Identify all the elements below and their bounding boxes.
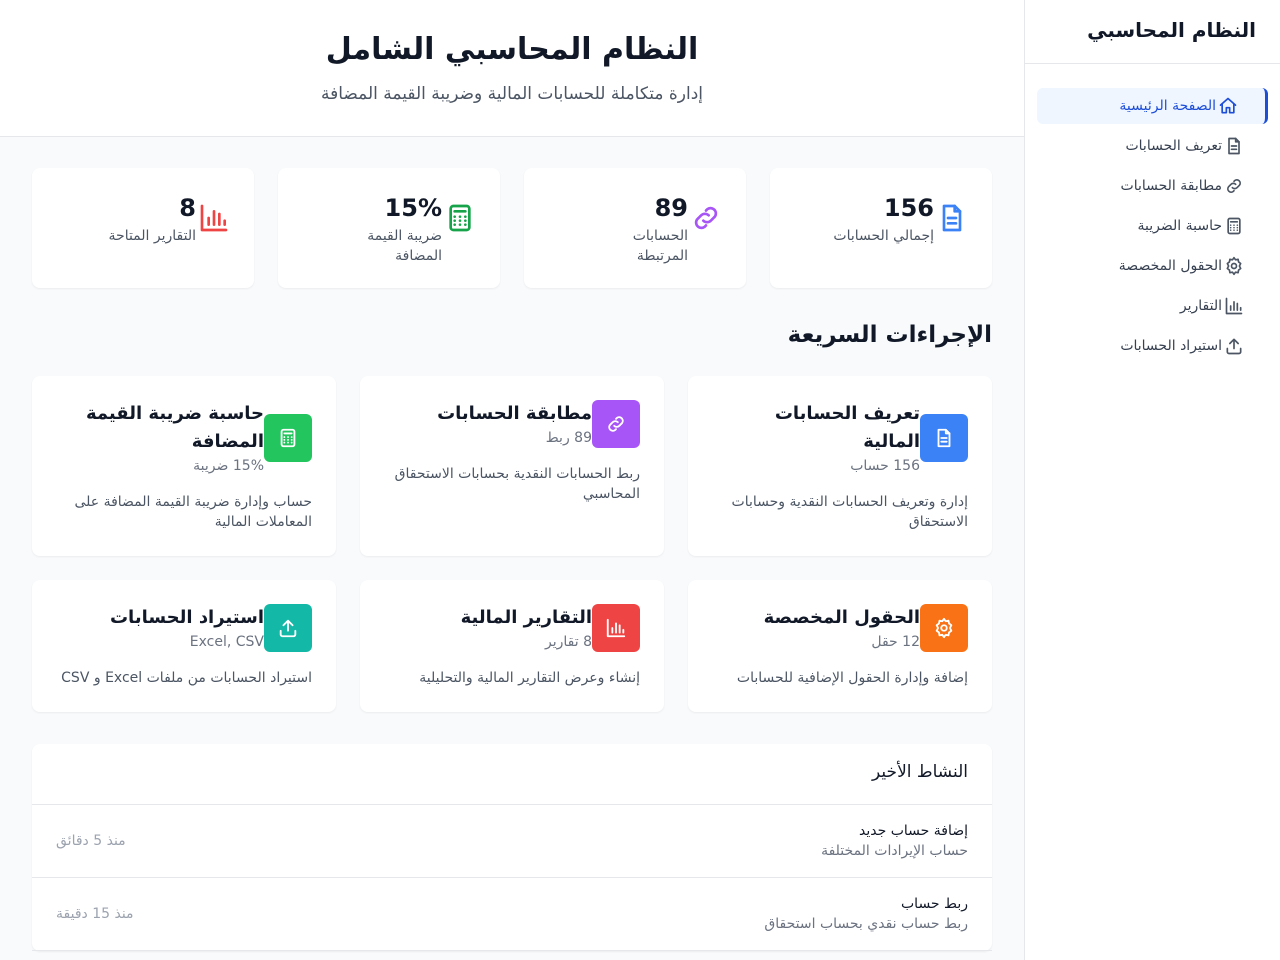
sidebar-item-label: مطابقة الحسابات — [1120, 178, 1222, 194]
action-count: 15% ضريبة — [193, 458, 264, 474]
action-description: إضافة وإدارة الحقول الإضافية للحسابات — [736, 670, 968, 686]
action-description: إدارة وتعريف الحسابات النقدية وحسابات ال… — [731, 494, 968, 530]
upload-icon — [1224, 336, 1244, 356]
main-content: النظام المحاسبي الشامل إدارة متكاملة للح… — [0, 0, 1024, 960]
chart-icon — [198, 202, 230, 234]
home-icon — [1218, 96, 1238, 116]
stat-value: 156 — [883, 194, 934, 222]
action-title: حاسبة ضريبة القيمة المضافة — [85, 403, 264, 452]
action-count: 8 تقارير — [545, 634, 592, 650]
action-title: التقارير المالية — [460, 607, 592, 628]
activity-title: إضافة حساب جديد — [859, 823, 968, 839]
stat-value: 89 — [654, 194, 688, 222]
upload-icon — [264, 604, 312, 652]
action-card-custom-fields[interactable]: الحقول المخصصة 12 حقل إضافة وإدارة الحقو… — [688, 580, 992, 712]
activity-row: إضافة حساب جديد حساب الإيرادات المختلفة … — [32, 805, 992, 878]
sidebar-item-label: حاسبة الضريبة — [1137, 218, 1222, 234]
action-description: إنشاء وعرض التقارير المالية والتحليلية — [419, 670, 640, 686]
stat-card-linked-accounts: 89 الحسابات المرتبطة — [524, 168, 746, 288]
calculator-icon — [264, 414, 312, 462]
gear-icon — [920, 604, 968, 652]
stat-card-vat: 15% ضريبة القيمة المضافة — [278, 168, 500, 288]
action-title: استيراد الحسابات — [109, 607, 264, 628]
recent-activity-title: النشاط الأخير — [32, 744, 992, 805]
sidebar-title: النظام المحاسبي — [1087, 18, 1256, 42]
sidebar: النظام المحاسبي الصفحة الرئيسية تعريف ال… — [1024, 0, 1280, 960]
chart-icon — [592, 604, 640, 652]
document-icon — [936, 202, 968, 234]
sidebar-item-label: استيراد الحسابات — [1120, 338, 1222, 354]
action-description: ربط الحسابات النقدية بحسابات الاستحقاق ا… — [394, 466, 640, 502]
link-icon — [592, 400, 640, 448]
sidebar-item-label: التقارير — [1179, 298, 1222, 314]
stat-label: الحسابات المرتبطة — [632, 228, 688, 264]
quick-actions-title: الإجراءات السريعة — [787, 322, 992, 348]
sidebar-header: النظام المحاسبي — [1025, 0, 1280, 64]
activity-row: ربط حساب ربط حساب نقدي بحساب استحقاق منذ… — [32, 878, 992, 951]
action-count: 12 حقل — [871, 634, 920, 650]
sidebar-item-label: الصفحة الرئيسية — [1119, 98, 1216, 114]
sidebar-nav: الصفحة الرئيسية تعريف الحسابات مطابقة ال… — [1025, 64, 1280, 364]
stat-value: 8 — [179, 194, 196, 222]
document-icon — [920, 414, 968, 462]
page-header: النظام المحاسبي الشامل إدارة متكاملة للح… — [0, 0, 1024, 137]
link-icon — [690, 202, 722, 234]
gear-icon — [1224, 256, 1244, 276]
action-count: 89 ربط — [545, 430, 592, 446]
stat-card-reports: 8 التقارير المتاحة — [32, 168, 254, 288]
link-icon — [1224, 176, 1244, 196]
stat-value: 15% — [384, 194, 442, 222]
activity-description: ربط حساب نقدي بحساب استحقاق — [764, 916, 968, 932]
stat-card-total-accounts: 156 إجمالي الحسابات — [770, 168, 992, 288]
chart-icon — [1224, 296, 1244, 316]
stat-label: ضريبة القيمة المضافة — [367, 228, 442, 264]
sidebar-item-home[interactable]: الصفحة الرئيسية — [1037, 88, 1268, 124]
action-count: 156 حساب — [850, 458, 920, 474]
sidebar-item-matching[interactable]: مطابقة الحسابات — [1037, 168, 1268, 204]
action-card-financial-reports[interactable]: التقارير المالية 8 تقارير إنشاء وعرض الت… — [360, 580, 664, 712]
sidebar-item-label: تعريف الحسابات — [1125, 138, 1222, 154]
document-icon — [1224, 136, 1244, 156]
action-card-import-accounts[interactable]: استيراد الحسابات Excel, CSV استيراد الحس… — [32, 580, 336, 712]
action-title: تعريف الحسابات المالية — [774, 403, 920, 452]
sidebar-item-import[interactable]: استيراد الحسابات — [1037, 328, 1268, 364]
sidebar-item-reports[interactable]: التقارير — [1037, 288, 1268, 324]
page-title: النظام المحاسبي الشامل — [325, 32, 699, 67]
action-card-match-accounts[interactable]: مطابقة الحسابات 89 ربط ربط الحسابات النق… — [360, 376, 664, 556]
calculator-icon — [444, 202, 476, 234]
sidebar-item-accounts[interactable]: تعريف الحسابات — [1037, 128, 1268, 164]
action-count: Excel, CSV — [189, 634, 264, 650]
sidebar-item-custom-fields[interactable]: الحقول المخصصة — [1037, 248, 1268, 284]
action-description: استيراد الحسابات من ملفات Excel و CSV — [61, 670, 312, 686]
activity-time: منذ 5 دقائق — [56, 833, 126, 849]
activity-description: حساب الإيرادات المختلفة — [821, 843, 968, 859]
sidebar-item-tax-calculator[interactable]: حاسبة الضريبة — [1037, 208, 1268, 244]
action-description: حساب وإدارة ضريبة القيمة المضافة على الم… — [74, 494, 312, 530]
action-card-vat-calculator[interactable]: حاسبة ضريبة القيمة المضافة 15% ضريبة حسا… — [32, 376, 336, 556]
recent-activity: النشاط الأخير إضافة حساب جديد حساب الإير… — [32, 744, 992, 951]
activity-title: ربط حساب — [901, 896, 968, 912]
action-title: الحقول المخصصة — [763, 607, 920, 628]
activity-time: منذ 15 دقيقة — [56, 906, 134, 922]
stat-label: التقارير المتاحة — [108, 228, 196, 244]
calculator-icon — [1224, 216, 1244, 236]
stat-label: إجمالي الحسابات — [833, 228, 934, 244]
quick-actions-grid: تعريف الحسابات المالية 156 حساب إدارة وت… — [32, 376, 992, 712]
action-title: مطابقة الحسابات — [437, 403, 592, 424]
action-card-define-accounts[interactable]: تعريف الحسابات المالية 156 حساب إدارة وت… — [688, 376, 992, 556]
sidebar-item-label: الحقول المخصصة — [1118, 258, 1222, 274]
stats-row: 156 إجمالي الحسابات 89 الحسابات المرتبطة — [32, 168, 992, 288]
dashboard: 156 إجمالي الحسابات 89 الحسابات المرتبطة — [0, 137, 1024, 951]
page-subtitle: إدارة متكاملة للحسابات المالية وضريبة ال… — [320, 84, 704, 104]
